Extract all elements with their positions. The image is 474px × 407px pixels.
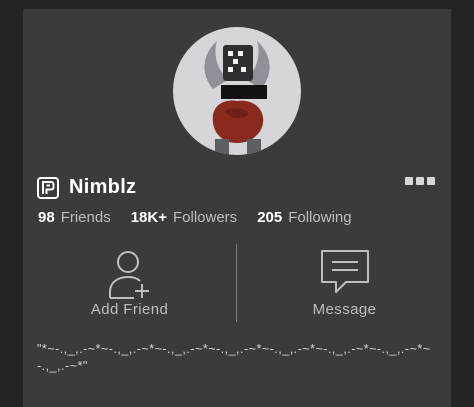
following-count: 205	[257, 209, 283, 226]
friends-count: 98	[38, 209, 55, 226]
friends-label: Friends	[60, 209, 111, 226]
action-divider	[236, 244, 237, 322]
premium-icon	[37, 176, 59, 199]
following-label: Following	[288, 209, 352, 226]
followers-label: Followers	[173, 209, 238, 226]
dot-icon	[405, 177, 413, 185]
dot-icon	[427, 177, 435, 185]
profile-header: Nimblz	[37, 176, 136, 199]
message-label: Message	[312, 301, 377, 318]
add-friend-label: Add Friend	[90, 301, 169, 318]
more-options-button[interactable]	[405, 177, 435, 185]
add-friend-icon	[108, 251, 149, 299]
followers-count: 18K+	[130, 209, 167, 226]
username: Nimblz	[69, 176, 137, 198]
profile-bio: "*~-.,_,.-~*~-.,_,.-~*~-.,_,.-~*~-.,_,.-…	[37, 342, 431, 373]
avatar-headshot-image	[204, 41, 270, 155]
add-friend-button[interactable]: Add Friend	[23, 244, 236, 324]
message-icon	[320, 250, 369, 293]
followers-stat[interactable]: 18K+ Followers	[131, 209, 237, 226]
dot-icon	[416, 177, 424, 185]
avatar[interactable]	[173, 27, 301, 155]
following-stat[interactable]: 205 Following	[257, 209, 351, 226]
profile-actions: Add Friend Message	[23, 244, 451, 324]
message-button[interactable]: Message	[238, 244, 451, 324]
profile-stats: 98 Friends 18K+ Followers 205 Following	[38, 209, 372, 226]
friends-stat[interactable]: 98 Friends	[38, 209, 111, 226]
